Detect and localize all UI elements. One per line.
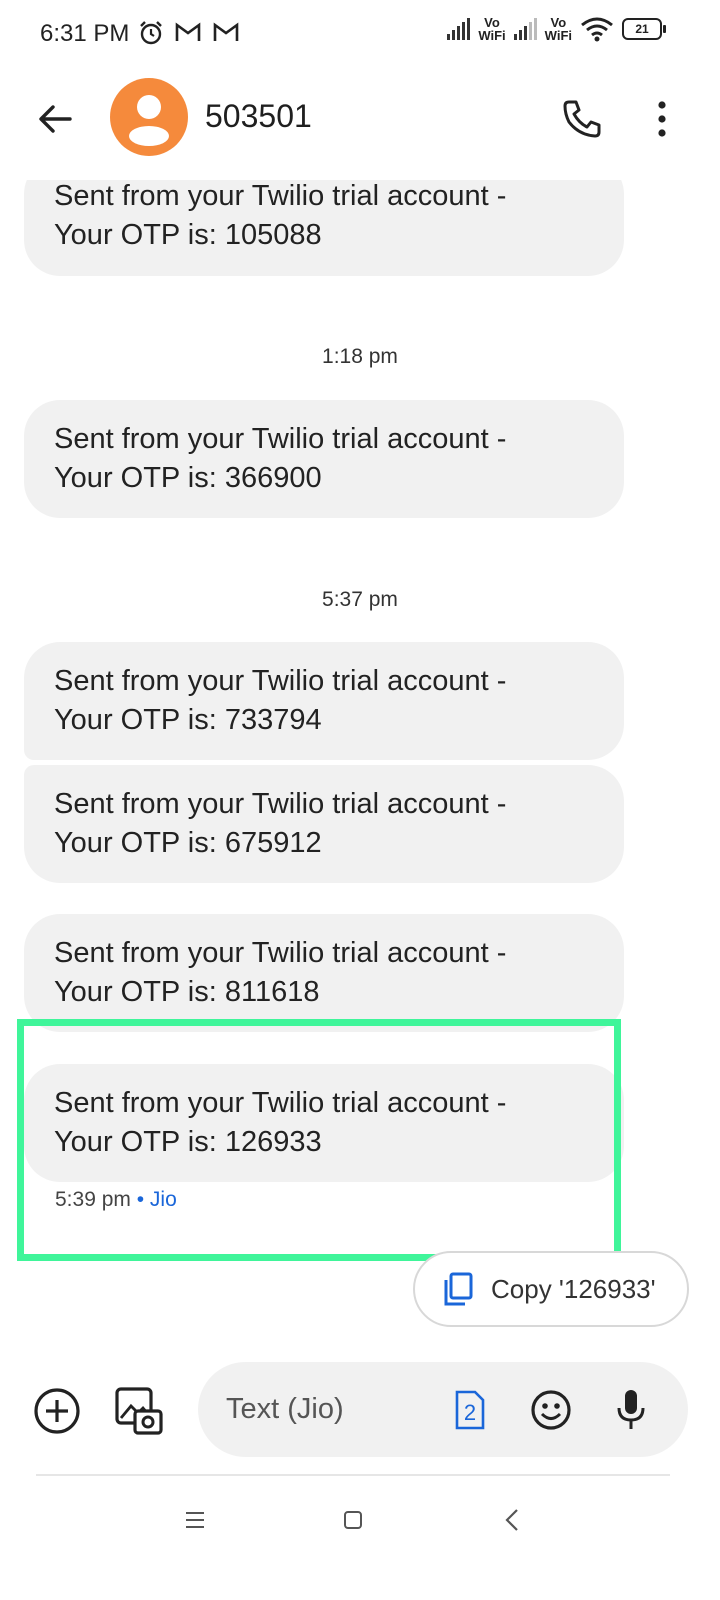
nav-back-icon[interactable] (505, 1508, 519, 1532)
back-arrow-icon[interactable] (34, 97, 78, 141)
nav-divider (36, 1474, 670, 1476)
message-text: Sent from your Twilio trial account - (54, 423, 507, 455)
message-text: Your OTP is: 366900 (54, 462, 322, 494)
copy-label: Copy '126933' (491, 1273, 656, 1304)
time-separator: 1:18 pm (322, 345, 398, 368)
contact-name: 503501 (205, 98, 312, 134)
time-separator: 5:37 pm (322, 588, 398, 611)
more-options-icon[interactable] (644, 97, 680, 141)
microphone-icon[interactable] (616, 1388, 646, 1432)
message-text: Your OTP is: 811618 (54, 976, 320, 1008)
message-text: Sent from your Twilio trial account - (54, 788, 507, 820)
avatar[interactable] (110, 78, 188, 156)
emoji-icon[interactable] (530, 1389, 572, 1431)
message-list[interactable]: Sent from your Twilio trial account - Yo… (0, 0, 720, 1600)
message-text: Your OTP is: 733794 (54, 704, 322, 736)
message-bubble[interactable]: Sent from your Twilio trial account - Yo… (24, 642, 624, 760)
phone-icon[interactable] (560, 97, 604, 141)
add-attachment-icon[interactable] (33, 1387, 81, 1435)
message-text: Your OTP is: 675912 (54, 827, 322, 859)
sim-number: 2 (464, 1400, 476, 1425)
copy-otp-button[interactable]: Copy '126933' (413, 1251, 689, 1327)
message-bubble[interactable]: Sent from your Twilio trial account - Yo… (24, 400, 624, 518)
home-square-icon[interactable] (343, 1510, 363, 1530)
message-text: Sent from your Twilio trial account - (54, 180, 507, 212)
message-bubble[interactable]: Sent from your Twilio trial account - Yo… (24, 765, 624, 883)
message-bubble[interactable]: Sent from your Twilio trial account - Yo… (24, 914, 624, 1032)
conversation-header: 503501 (0, 70, 720, 180)
message-input-placeholder: Text (Jio) (226, 1393, 344, 1425)
person-icon (129, 95, 169, 146)
recents-menu-icon[interactable] (184, 1510, 206, 1530)
gallery-camera-icon[interactable] (113, 1385, 165, 1437)
message-text: Sent from your Twilio trial account - (54, 937, 507, 969)
copy-icon (444, 1272, 473, 1306)
message-text: Your OTP is: 105088 (54, 219, 322, 251)
message-text: Sent from your Twilio trial account - (54, 665, 507, 697)
sim-card-icon[interactable]: 2 (453, 1390, 485, 1430)
highlight-box (17, 1019, 621, 1261)
message-input[interactable]: Text (Jio) 2 (198, 1362, 688, 1457)
